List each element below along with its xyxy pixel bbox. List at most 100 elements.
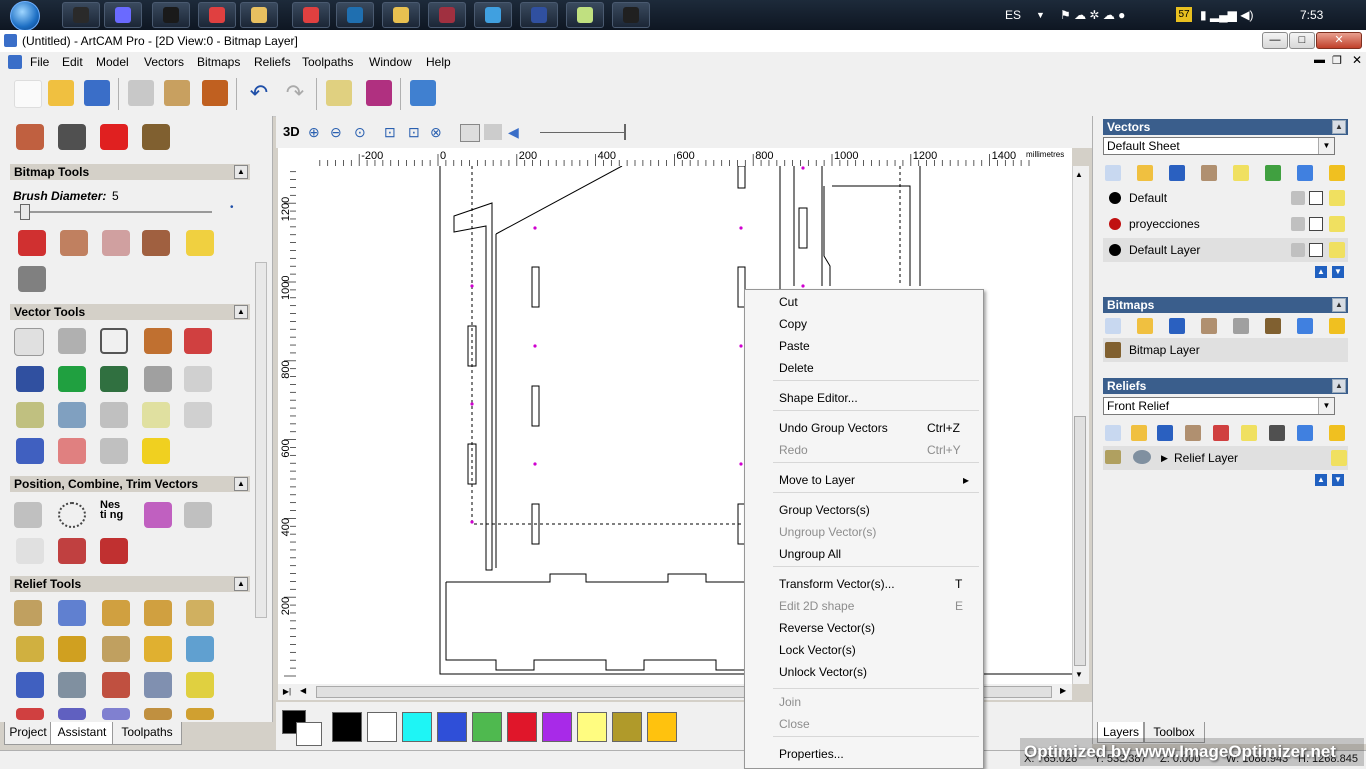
about-icon[interactable]: [410, 80, 436, 106]
move-relief-down-icon[interactable]: ▼: [1332, 474, 1344, 486]
arc-icon[interactable]: [100, 402, 128, 428]
relief-select[interactable]: Front Relief ▼: [1103, 397, 1335, 415]
bitmaps-header[interactable]: Bitmaps ▲: [1103, 297, 1348, 313]
trophy-icon[interactable]: [144, 636, 172, 662]
menu-bitmaps[interactable]: Bitmaps: [197, 55, 240, 69]
color-swatch[interactable]: [507, 712, 537, 742]
zoom-previous-icon[interactable]: ⊗: [430, 124, 442, 141]
collapse-icon[interactable]: ▲: [234, 165, 248, 179]
menu-item-cut[interactable]: Cut: [779, 295, 798, 309]
visibility-bulb-icon[interactable]: [1331, 450, 1347, 466]
taskbar-app-button-3[interactable]: [152, 2, 190, 28]
relief-extra-icon[interactable]: [144, 708, 172, 720]
text-tool-icon[interactable]: [144, 328, 172, 354]
taskbar-app-button-1[interactable]: [62, 2, 100, 28]
view-slider-thumb[interactable]: [624, 124, 626, 140]
secondary-color-swatch[interactable]: [296, 722, 322, 746]
delete-relief-icon[interactable]: [1297, 425, 1313, 441]
layers-icon[interactable]: [58, 672, 86, 698]
menu-item-delete[interactable]: Delete: [779, 361, 814, 375]
relief-lights-icon[interactable]: [1329, 425, 1345, 441]
menu-item-ungroup-all[interactable]: Ungroup All: [779, 547, 841, 561]
collapse-icon[interactable]: ▲: [1332, 379, 1346, 393]
menu-window[interactable]: Window: [369, 55, 412, 69]
zoom-fit-icon[interactable]: ⊡: [408, 124, 420, 141]
smooth-relief-icon[interactable]: [186, 672, 214, 698]
arch-icon[interactable]: [186, 636, 214, 662]
layer-color-dot[interactable]: [1109, 218, 1121, 230]
relief-layer-row[interactable]: ▶ Relief Layer: [1103, 446, 1348, 470]
vector-layer-row[interactable]: Default Layer: [1103, 238, 1348, 262]
scissors-icon[interactable]: [184, 402, 212, 428]
cylinder-icon[interactable]: [16, 438, 44, 464]
color-swatch[interactable]: [542, 712, 572, 742]
rectangle-icon[interactable]: [100, 328, 128, 354]
scroll-right-icon[interactable]: ▶: [1060, 686, 1066, 695]
active-pen-icon[interactable]: [1309, 217, 1323, 231]
grid-icon[interactable]: [144, 366, 172, 392]
lights-icon[interactable]: [1329, 165, 1345, 181]
left-panel-scrollbar[interactable]: [255, 262, 267, 618]
move-layer-down-icon[interactable]: ▼: [1332, 266, 1344, 278]
flood-fill-icon[interactable]: [60, 230, 88, 256]
visibility-bulb-icon[interactable]: [1329, 242, 1345, 258]
circle-dots-icon[interactable]: [58, 502, 86, 528]
smooth-icon[interactable]: [16, 402, 44, 428]
bitmap-tool-icon[interactable]: [1233, 318, 1249, 334]
relief-extra-icon[interactable]: [102, 708, 130, 720]
palette-icon[interactable]: [142, 230, 170, 256]
maximize-button[interactable]: □: [1289, 32, 1315, 49]
vertical-scroll-thumb[interactable]: [1074, 416, 1086, 666]
open-bitmap-icon[interactable]: [1137, 318, 1153, 334]
layer-color-dot[interactable]: [1109, 192, 1121, 204]
select-arrow-icon[interactable]: [14, 328, 44, 356]
reliefs-header[interactable]: Reliefs ▲: [1103, 378, 1348, 394]
bitmap-image-icon[interactable]: [1265, 318, 1281, 334]
star-icon[interactable]: [142, 438, 170, 464]
color-swatch[interactable]: [367, 712, 397, 742]
plane-icon[interactable]: [58, 600, 86, 626]
wrap-icon[interactable]: [58, 538, 86, 564]
tab-project[interactable]: Project: [4, 722, 52, 745]
menu-reliefs[interactable]: Reliefs: [254, 55, 291, 69]
relief-tools-header[interactable]: Relief Tools ▲: [10, 576, 250, 592]
bitmap-import-icon[interactable]: [16, 124, 44, 150]
relief-extra-icon[interactable]: [58, 708, 86, 720]
relief-camera-icon[interactable]: [1269, 425, 1285, 441]
taskbar-app-button-10[interactable]: [474, 2, 512, 28]
save-bitmap-icon[interactable]: [1169, 318, 1185, 334]
spiral-icon[interactable]: [100, 538, 128, 564]
menu-item-transform-vector-s[interactable]: Transform Vector(s)...: [779, 577, 895, 591]
block-icon[interactable]: [144, 502, 172, 528]
brush-slider-thumb[interactable]: [20, 204, 30, 220]
taskbar-app-button-2[interactable]: [104, 2, 142, 28]
eraser-icon[interactable]: [186, 230, 214, 256]
delete-bitmap-icon[interactable]: [1297, 318, 1313, 334]
new-bitmap-icon[interactable]: [1105, 318, 1121, 334]
open-folder-icon[interactable]: [48, 80, 74, 106]
save-icon[interactable]: [1169, 165, 1185, 181]
color-swatch[interactable]: [472, 712, 502, 742]
spin-icon[interactable]: [144, 600, 172, 626]
angle-icon[interactable]: [142, 402, 170, 428]
open-relief-icon[interactable]: [1131, 425, 1147, 441]
tray-badge[interactable]: 57: [1176, 7, 1192, 22]
tab-assistant[interactable]: Assistant: [50, 722, 114, 745]
relief-extra-icon[interactable]: [186, 708, 214, 720]
layer-color-dot[interactable]: [1109, 244, 1121, 256]
color-swatch[interactable]: [577, 712, 607, 742]
taskbar-app-button-13[interactable]: [612, 2, 650, 28]
lock-icon[interactable]: [1291, 191, 1305, 205]
collapse-icon[interactable]: ▲: [1332, 120, 1346, 134]
camera-icon[interactable]: [58, 124, 86, 150]
undo-icon[interactable]: ↶: [246, 80, 272, 106]
zoom-all-icon[interactable]: ⊡: [384, 124, 396, 141]
vectors-header[interactable]: Vectors ▲: [1103, 119, 1348, 135]
lock-icon[interactable]: [1291, 217, 1305, 231]
chevron-down-icon[interactable]: ▼: [1318, 138, 1334, 154]
two-rail-icon[interactable]: [102, 636, 130, 662]
menu-item-copy[interactable]: Copy: [779, 317, 807, 331]
flip-icon[interactable]: ◀: [508, 124, 519, 141]
shape-editor-icon[interactable]: [14, 600, 42, 626]
visibility-bulb-icon[interactable]: [1329, 216, 1345, 232]
